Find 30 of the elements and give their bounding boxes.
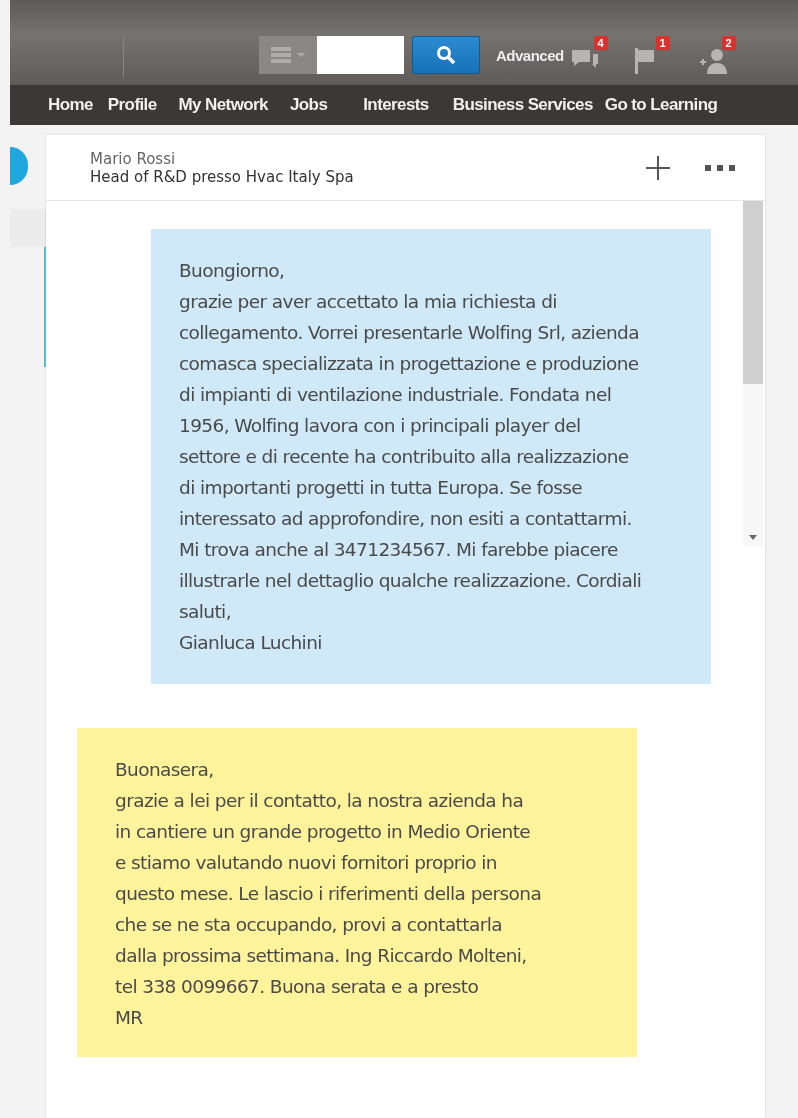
nav-link[interactable]: Profile [107, 95, 157, 115]
count-badge: 1 [655, 36, 670, 50]
scrollbar-thumb[interactable] [743, 201, 763, 384]
nav-link[interactable]: Go to Learning [604, 95, 718, 115]
scroll-down-icon[interactable] [749, 535, 757, 540]
advanced-search-link[interactable]: Advanced [496, 36, 564, 74]
nav-link[interactable]: Jobs [289, 95, 328, 115]
add-button[interactable] [645, 154, 671, 181]
scrollbar[interactable] [743, 201, 763, 546]
nav-link[interactable]: Business Services [452, 95, 593, 115]
help-button[interactable] [10, 147, 28, 185]
count-badge: 2 [721, 36, 736, 50]
plus-icon [645, 154, 671, 181]
received-message: Buonasera, grazie a lei per il contatto, la nostra azienda ha in cantiere un grande progetto in Medio Oriente e stiamo valutando nuovi fornitori proprio in questo mese. Le lascio i riferimenti della persona che se ne sta occupando, provi a contattarla dalla prossima settimana. Ing Riccardo Molteni, tel 338 0099667. Buona serata e a presto MR [77, 728, 637, 1057]
search-icon [436, 45, 456, 65]
add-person-icon[interactable] [697, 46, 728, 74]
nav-link[interactable]: Home [48, 95, 93, 115]
sent-message: Buongiorno, grazie per aver accettato la mia richiesta di collegamento. Vorrei presentarle Wolfing Srl, azienda comasca specializzata in progettazione e produzione di impianti di ventilazione industriale. Fondata nel 1956, Wolfing lavora con i principali player del settore e di recente ha contribuito alla realizzazione di importanti progetti in tutta Europa. Se fosse interessato ad approfondire, non esiti a contattarmi. Mi trova anche al 3471234567. Mi farebbe piacere illustrarle nel dettaglio qualche realizzazione. Cordiali saluti, Gianluca Luchini [151, 229, 711, 684]
nav-link[interactable]: My Network [178, 95, 268, 115]
search-button[interactable] [412, 36, 480, 74]
search-field[interactable] [317, 36, 404, 74]
menu-icon [271, 46, 305, 64]
more-icon [705, 164, 735, 171]
sidebar-row [10, 209, 46, 247]
contact-name: Mario Rossi [90, 149, 177, 168]
count-badge: 4 [593, 36, 608, 50]
menu-button[interactable] [259, 36, 317, 74]
more-button[interactable] [705, 164, 735, 171]
nav-link[interactable]: Interests [363, 95, 429, 115]
contact-headline: Head of R&D presso Hvac Italy Spa [90, 167, 355, 186]
